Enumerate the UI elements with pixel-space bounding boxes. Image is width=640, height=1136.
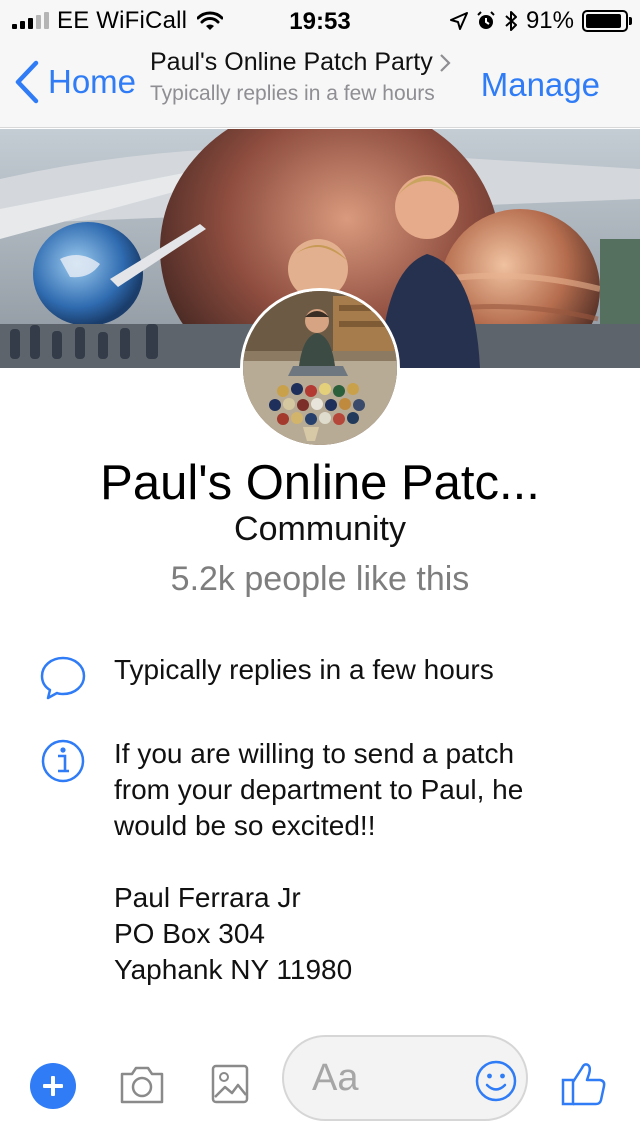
- nav-title-row: Paul's Online Patch Party: [150, 48, 480, 77]
- bluetooth-icon: [505, 11, 517, 31]
- image-icon[interactable]: [210, 1063, 250, 1105]
- about-row: If you are willing to send a patch from …: [38, 736, 598, 988]
- avatar-image: [243, 291, 397, 445]
- battery-percent: 91%: [525, 7, 574, 34]
- about-line: would be so excited!!: [114, 810, 376, 841]
- response-time-text: Typically replies in a few hours: [114, 654, 494, 685]
- page-likes: 5.2k people like this: [170, 560, 470, 598]
- camera-icon[interactable]: [118, 1064, 166, 1106]
- status-bar: EE WiFiCall 19:53 91%: [0, 0, 640, 40]
- nav-subtitle: Typically replies in a few hours: [150, 82, 435, 105]
- about-line: [114, 844, 523, 880]
- nav-bar: Home Paul's Online Patch Party Typically…: [0, 40, 640, 128]
- battery-level: [586, 14, 621, 28]
- response-time-row: Typically replies in a few hours: [38, 652, 598, 702]
- about-line: Yaphank NY 11980: [114, 954, 353, 985]
- conversation-header[interactable]: Paul's Online Patch Party Typically repl…: [150, 48, 480, 106]
- message-composer: Aa: [0, 1030, 640, 1136]
- chat-bubble-icon: [40, 656, 86, 700]
- page-avatar[interactable]: [240, 288, 400, 448]
- chevron-right-icon: [439, 53, 451, 72]
- page-category: Community: [234, 510, 406, 548]
- back-button[interactable]: Home: [14, 60, 136, 104]
- info-icon: [41, 739, 85, 783]
- chevron-left-icon: [15, 60, 39, 104]
- plus-icon[interactable]: [30, 1063, 76, 1109]
- nav-title: Paul's Online Patch Party: [150, 48, 433, 76]
- about-line: from your department to Paul, he: [114, 774, 524, 805]
- about-line: PO Box 304: [114, 918, 265, 949]
- back-label: Home: [48, 63, 137, 100]
- alarm-icon: [477, 11, 495, 29]
- about-line: If you are willing to send a patch: [114, 738, 515, 769]
- page-name: Paul's Online Patc...: [100, 456, 540, 510]
- message-placeholder: Aa: [312, 1057, 359, 1099]
- battery-icon: [582, 10, 632, 32]
- status-right: 91%: [449, 7, 632, 34]
- message-input[interactable]: Aa: [282, 1035, 528, 1121]
- about-line: Paul Ferrara Jr: [114, 882, 301, 913]
- smiley-icon[interactable]: [474, 1059, 518, 1103]
- location-arrow-icon: [449, 12, 468, 30]
- about-text: If you are willing to send a patch from …: [114, 736, 523, 988]
- manage-button[interactable]: Manage: [481, 66, 600, 104]
- thumbs-up-icon[interactable]: [560, 1060, 608, 1108]
